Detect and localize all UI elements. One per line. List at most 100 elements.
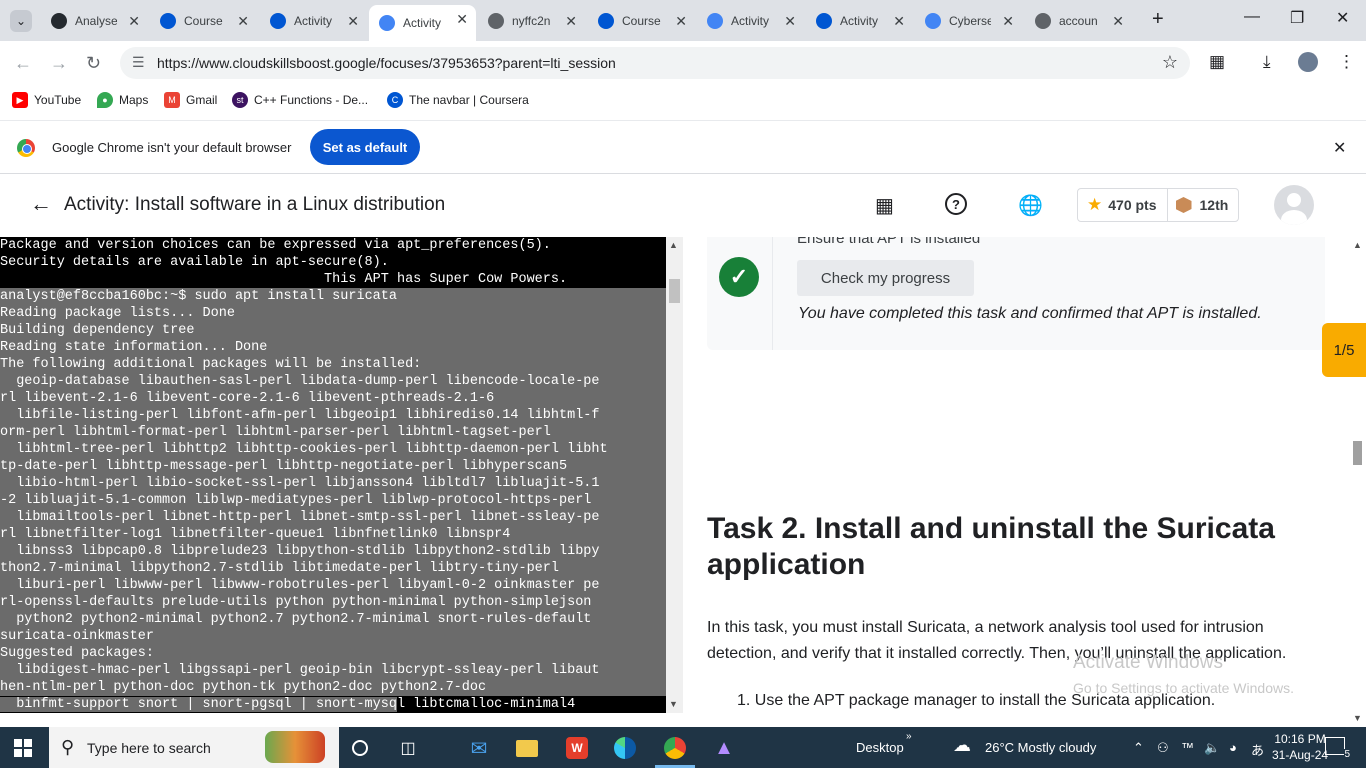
browser-tab[interactable]: nyffc2n ✕ <box>478 7 585 35</box>
output-text: thon2.7-minimal libpython2.7-stdlib libt… <box>0 561 559 576</box>
tab-close-icon[interactable]: ✕ <box>784 13 796 30</box>
network-icon[interactable]: ⚇ <box>1157 740 1169 756</box>
bookmark-youtube[interactable]: ▶ YouTube <box>12 92 81 108</box>
address-bar[interactable]: ☰ https://www.cloudskillsboost.google/fo… <box>120 47 1190 79</box>
tab-search-button[interactable]: ⌄ <box>10 10 32 32</box>
bookmark-maps[interactable]: ● Maps <box>97 92 148 108</box>
tab-close-icon[interactable]: ✕ <box>347 13 359 30</box>
maps-icon: ● <box>97 92 113 108</box>
tab-close-icon[interactable]: ✕ <box>456 11 468 28</box>
desktop-toolbar-label[interactable]: Desktop <box>856 740 904 755</box>
watermark-title: Activate Windows <box>1073 652 1223 673</box>
terminal-line: python2 python2-minimal python2.7 python… <box>0 611 666 628</box>
task-objective: Ensure that APT is installed <box>797 237 981 247</box>
language-globe-icon[interactable]: 🌐 <box>1018 193 1043 218</box>
download-icon[interactable]: ⤓ <box>1263 52 1271 72</box>
terminal-line: Reading state information... Done <box>0 339 666 356</box>
scroll-up-icon[interactable]: ▲ <box>669 240 678 250</box>
windows-start-icon[interactable] <box>14 739 32 757</box>
edge-icon[interactable] <box>613 736 637 760</box>
output-text: Security details are available in apt-se… <box>0 255 389 270</box>
browser-tab[interactable]: Activity ✕ <box>697 7 804 35</box>
infobar-close-icon[interactable]: ✕ <box>1333 138 1346 158</box>
scroll-up-icon[interactable]: ▲ <box>1353 240 1362 250</box>
office-icon[interactable]: W <box>565 736 589 760</box>
system-clock[interactable]: 10:16 PM 31-Aug-24 <box>1272 731 1328 763</box>
tray-chevron-icon[interactable]: ⌃ <box>1133 740 1144 756</box>
step-counter-badge[interactable]: 1/5 <box>1322 323 1366 377</box>
lab-header: ← Activity: Install software in a Linux … <box>0 175 1366 237</box>
terminal-line: -2 libluajit-5.1-common liblwp-mediatype… <box>0 492 666 509</box>
volume-icon[interactable]: 🔈 <box>1204 740 1220 756</box>
task-view-icon[interactable]: ◫ <box>396 736 420 760</box>
scroll-down-icon[interactable]: ▼ <box>1353 713 1362 723</box>
minimize-icon[interactable]: — <box>1244 8 1260 26</box>
forward-icon[interactable]: → <box>50 53 68 74</box>
set-as-default-button[interactable]: Set as default <box>310 129 420 165</box>
tab-close-icon[interactable]: ✕ <box>237 13 249 30</box>
tab-close-icon[interactable]: ✕ <box>565 13 577 30</box>
bookmark-label: The navbar | Coursera <box>409 93 529 107</box>
output-text: libio-html-perl libio-socket-ssl-perl li… <box>0 476 600 491</box>
scrollbar-thumb[interactable] <box>1353 441 1362 465</box>
bookmark-star-icon[interactable]: ☆ <box>1162 52 1178 73</box>
browser-tab[interactable]: Cyberse ✕ <box>915 7 1022 35</box>
file-explorer-icon[interactable] <box>515 736 539 760</box>
browser-tab[interactable]: accoun ✕ <box>1025 7 1132 35</box>
new-tab-icon[interactable]: + <box>1152 8 1164 31</box>
bookmark-coursera-navbar[interactable]: C The navbar | Coursera <box>387 92 529 108</box>
output-text: l libtcmalloc-minimal4 <box>396 697 576 712</box>
tab-title: Course <box>184 14 223 28</box>
terminal-output[interactable]: Package and version choices can be expre… <box>0 237 666 713</box>
weather-text[interactable]: 26°C Mostly cloudy <box>985 740 1096 755</box>
browser-tab[interactable]: Activity ✕ <box>806 7 913 35</box>
tab-close-icon[interactable]: ✕ <box>1112 13 1124 30</box>
bookmark-cpp-functions[interactable]: st C++ Functions - De... <box>232 92 368 108</box>
points-rank-box[interactable]: ★ 470 pts 12th <box>1077 188 1239 222</box>
back-icon[interactable]: ← <box>14 53 32 74</box>
tab-close-icon[interactable]: ✕ <box>675 13 687 30</box>
profile-avatar[interactable] <box>1298 52 1318 72</box>
content-scrollbar[interactable]: ▲ ▼ <box>1349 237 1366 727</box>
terminal-scrollbar[interactable]: ▲ ▼ <box>666 237 683 713</box>
browser-tab[interactable]: Course ✕ <box>150 7 257 35</box>
rank-value: 12th <box>1199 197 1229 213</box>
bookmark-gmail[interactable]: M Gmail <box>164 92 217 108</box>
tab-title: Activity <box>294 14 333 28</box>
back-arrow-icon[interactable]: ← <box>30 191 52 217</box>
scrollbar-thumb[interactable] <box>669 279 680 303</box>
browser-tab[interactable]: Activity ✕ <box>260 7 367 35</box>
dashboard-icon[interactable]: ▦ <box>875 193 894 218</box>
menu-icon[interactable]: ⋮ <box>1338 52 1355 72</box>
tab-close-icon[interactable]: ✕ <box>1002 13 1014 30</box>
window-close-icon[interactable]: ✕ <box>1336 8 1349 28</box>
scroll-down-icon[interactable]: ▼ <box>669 699 678 709</box>
site-info-icon[interactable]: ☰ <box>132 54 145 71</box>
chevron-icon[interactable]: » <box>906 731 912 742</box>
user-avatar[interactable] <box>1274 185 1314 225</box>
taskbar-search-box[interactable]: ⚲ Type here to search <box>49 727 339 768</box>
browser-tab[interactable]: Analyse ✕ <box>41 7 148 35</box>
coursera-icon: C <box>387 92 403 108</box>
browser-tab[interactable]: Activity ✕ <box>369 5 476 41</box>
cortana-icon[interactable] <box>348 736 372 760</box>
restore-icon[interactable]: ❐ <box>1290 8 1304 28</box>
extensions-icon[interactable]: ▦ <box>1209 52 1225 72</box>
notifications-icon[interactable]: 5 <box>1325 737 1350 760</box>
app-icon[interactable]: ▲ <box>712 736 736 760</box>
check-my-progress-button[interactable]: Check my progress <box>797 260 974 296</box>
output-text: liburi-perl libwww-perl libwww-robotrule… <box>0 578 600 593</box>
reload-icon[interactable]: ↻ <box>86 53 101 74</box>
tab-close-icon[interactable]: ✕ <box>893 13 905 30</box>
url-text[interactable]: https://www.cloudskillsboost.google/focu… <box>157 55 616 71</box>
browser-tab[interactable]: Course ✕ <box>588 7 695 35</box>
mail-icon[interactable]: ✉ <box>467 736 491 760</box>
output-text: Package and version choices can be expre… <box>0 238 551 253</box>
tab-close-icon[interactable]: ✕ <box>128 13 140 30</box>
wifi-icon[interactable]: ◕ <box>1229 740 1237 755</box>
ime-icon[interactable]: あ <box>1251 740 1264 759</box>
help-icon[interactable]: ? <box>945 193 967 215</box>
input-language-icon[interactable]: ™ <box>1181 740 1194 755</box>
output-text: Reading package lists... Done <box>0 306 235 321</box>
chrome-taskbar-icon[interactable] <box>663 736 687 760</box>
